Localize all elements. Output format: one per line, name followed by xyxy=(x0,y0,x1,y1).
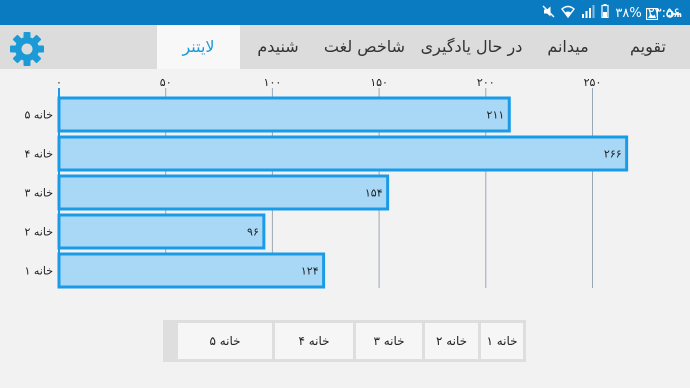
status-left-group xyxy=(645,5,682,24)
bar-value-label: ۲۶۶ xyxy=(604,148,622,161)
bar-value-label: ۲۱۱ xyxy=(487,109,505,122)
category-label: خانه ۳ xyxy=(24,187,53,200)
tab-bar: تقویم میدانم در حال یادگیری شاخص لغت شنی… xyxy=(0,25,690,69)
bar-value-label: ۱۵۴ xyxy=(365,187,383,200)
legend-item-box-3[interactable]: خانه ۳ xyxy=(356,323,422,359)
bar xyxy=(57,252,326,289)
bar-value-label: ۱۲۴ xyxy=(301,265,319,278)
tab-learning[interactable]: در حال یادگیری xyxy=(413,25,530,69)
tab-know[interactable]: میدانم xyxy=(530,25,606,69)
image-icon xyxy=(645,5,659,24)
x-tick-label: ۵۰ xyxy=(160,76,172,89)
category-label: خانه ۲ xyxy=(24,226,53,239)
tab-calendar[interactable]: تقویم xyxy=(606,25,690,69)
bar xyxy=(57,213,266,250)
category-label: خانه ۱ xyxy=(24,265,53,278)
category-label: خانه ۴ xyxy=(24,148,53,161)
legend-item-box-1[interactable]: خانه ۱ xyxy=(481,323,523,359)
category-label: خانه ۵ xyxy=(24,109,53,122)
mute-icon xyxy=(542,5,555,22)
battery-icon xyxy=(601,4,609,22)
signal-icon xyxy=(581,4,595,22)
leitner-bar-chart: ۰ ۵۰ ۱۰۰ ۱۵۰ ۲۰۰ ۲۵۰ ۲۱۱ خانه ۵ ۲۶۶ خانه ۴ ۱۵۴ خانه… xyxy=(24,76,629,289)
x-tick-label: ۲۵۰ xyxy=(584,76,602,89)
status-bar: ۲۳:۵۶ ۳۸% xyxy=(0,0,690,25)
legend-item-box-4[interactable]: خانه ۴ xyxy=(275,323,353,359)
legend-item-box-5[interactable]: خانه ۵ xyxy=(178,323,272,359)
tab-word-index[interactable]: شاخص لغت xyxy=(316,25,413,69)
bar xyxy=(57,96,511,133)
x-tick-label: ۲۰۰ xyxy=(477,76,495,89)
wifi-icon xyxy=(561,5,576,22)
bar xyxy=(57,135,629,172)
gear-icon[interactable] xyxy=(8,30,46,68)
key-icon xyxy=(666,5,682,24)
chart-legend: خانه ۱ خانه ۲ خانه ۳ خانه ۴ خانه ۵ xyxy=(163,320,526,362)
bar-value-label: ۹۶ xyxy=(247,226,259,239)
bar xyxy=(57,174,390,211)
x-tick-label: ۱۰۰ xyxy=(264,76,282,89)
tab-leitner[interactable]: لایتنر xyxy=(157,25,240,69)
x-tick-label: ۱۵۰ xyxy=(370,76,388,89)
tab-heard[interactable]: شنیدم xyxy=(240,25,316,69)
battery-percent: ۳۸% xyxy=(615,5,642,21)
legend-item-box-2[interactable]: خانه ۲ xyxy=(425,323,478,359)
x-tick-label: ۰ xyxy=(56,76,62,89)
